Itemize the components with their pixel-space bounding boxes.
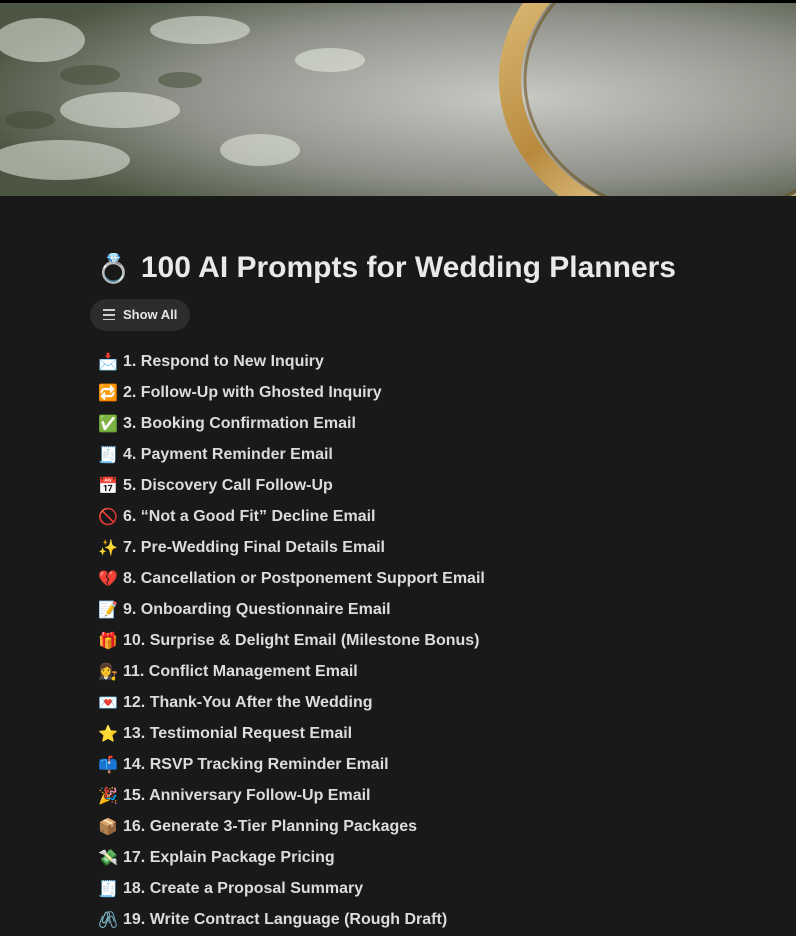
item-emoji-icon: 📅 <box>98 478 118 496</box>
item-label: 5. Discovery Call Follow-Up <box>123 477 333 495</box>
item-emoji-icon: 💔 <box>98 571 118 589</box>
item-label: 10. Surprise & Delight Email (Milestone … <box>123 632 480 650</box>
item-label: 8. Cancellation or Postponement Support … <box>123 570 485 588</box>
item-emoji-icon: 🖇️ <box>98 912 118 930</box>
page-title-text: 100 AI Prompts for Wedding Planners <box>140 251 676 284</box>
list-item[interactable]: 💔 8. Cancellation or Postponement Support… <box>98 564 770 595</box>
item-label: 18. Create a Proposal Summary <box>123 880 364 898</box>
page-content: 💍 100 AI Prompts for Wedding Planners Sh… <box>90 240 770 936</box>
item-label: 1. Respond to New Inquiry <box>123 353 324 371</box>
item-emoji-icon: 🔁 <box>98 385 118 403</box>
item-emoji-icon: 🚫 <box>98 509 118 527</box>
item-label: 19. Write Contract Language (Rough Draft… <box>123 911 448 929</box>
list-item[interactable]: 📦 16. Generate 3-Tier Planning Packages <box>98 812 770 843</box>
item-label: 12. Thank-You After the Wedding <box>123 694 373 712</box>
item-emoji-icon: 🎉 <box>98 788 118 806</box>
item-emoji-icon: 📩 <box>98 354 118 372</box>
list-item[interactable]: 🧾 18. Create a Proposal Summary <box>98 874 770 905</box>
list-item[interactable]: ✅ 3. Booking Confirmation Email <box>98 409 770 440</box>
show-all-view-button[interactable]: Show All <box>90 298 191 331</box>
top-border <box>0 0 796 3</box>
item-label: 7. Pre-Wedding Final Details Email <box>123 539 385 557</box>
item-emoji-icon: 🧾 <box>98 447 118 465</box>
ring-icon: 💍 <box>96 252 131 284</box>
list-item[interactable]: 🖇️ 19. Write Contract Language (Rough Dra… <box>98 905 770 936</box>
list-item[interactable]: 👩‍⚖️ 11. Conflict Management Email <box>98 657 770 688</box>
list-item[interactable]: 📅 5. Discovery Call Follow-Up <box>98 471 770 502</box>
list-item[interactable]: 🚫 6. “Not a Good Fit” Decline Email <box>98 502 770 533</box>
list-item[interactable]: 📫 14. RSVP Tracking Reminder Email <box>98 750 770 781</box>
show-all-label: Show All <box>123 307 178 323</box>
item-emoji-icon: 📝 <box>98 602 118 620</box>
item-label: 6. “Not a Good Fit” Decline Email <box>123 508 376 526</box>
item-emoji-icon: 👩‍⚖️ <box>98 664 118 682</box>
list-item[interactable]: 🔁 2. Follow-Up with Ghosted Inquiry <box>98 378 770 409</box>
list-item[interactable]: 🎁 10. Surprise & Delight Email (Milestone… <box>98 626 770 657</box>
prompt-list: 📩 1. Respond to New Inquiry 🔁 2. Follow-Up … <box>98 347 770 936</box>
item-emoji-icon: ✨ <box>98 540 118 558</box>
list-item[interactable]: ✨ 7. Pre-Wedding Final Details Email <box>98 533 770 564</box>
list-item[interactable]: 💸 17. Explain Package Pricing <box>98 843 770 874</box>
list-item[interactable]: 🧾 4. Payment Reminder Email <box>98 440 770 471</box>
list-item[interactable]: 🎉 15. Anniversary Follow-Up Email <box>98 781 770 812</box>
item-label: 11. Conflict Management Email <box>123 663 358 681</box>
list-item[interactable]: ⭐ 13. Testimonial Request Email <box>98 719 770 750</box>
item-emoji-icon: 🧾 <box>98 881 118 899</box>
list-item[interactable]: 💌 12. Thank-You After the Wedding <box>98 688 770 719</box>
item-emoji-icon: ✅ <box>98 416 118 434</box>
cover-image <box>0 0 796 196</box>
item-label: 2. Follow-Up with Ghosted Inquiry <box>123 384 382 402</box>
list-item[interactable]: 📩 1. Respond to New Inquiry <box>98 347 770 378</box>
item-label: 9. Onboarding Questionnaire Email <box>123 601 391 619</box>
item-emoji-icon: 💌 <box>98 695 118 713</box>
item-label: 3. Booking Confirmation Email <box>123 415 356 433</box>
page-title: 💍 100 AI Prompts for Wedding Planners <box>96 240 770 296</box>
item-label: 15. Anniversary Follow-Up Email <box>123 787 371 805</box>
item-label: 14. RSVP Tracking Reminder Email <box>123 756 389 774</box>
item-emoji-icon: 📦 <box>98 819 118 837</box>
item-emoji-icon: ⭐ <box>98 726 118 744</box>
item-label: 13. Testimonial Request Email <box>123 725 353 743</box>
list-item[interactable]: 📝 9. Onboarding Questionnaire Email <box>98 595 770 626</box>
item-emoji-icon: 🎁 <box>98 633 118 651</box>
item-label: 17. Explain Package Pricing <box>123 849 335 867</box>
item-emoji-icon: 📫 <box>98 757 118 775</box>
ring-cover-illustration <box>0 0 796 196</box>
item-label: 4. Payment Reminder Email <box>123 446 333 464</box>
list-icon <box>103 309 115 321</box>
item-label: 16. Generate 3-Tier Planning Packages <box>123 818 418 836</box>
item-emoji-icon: 💸 <box>98 850 118 868</box>
